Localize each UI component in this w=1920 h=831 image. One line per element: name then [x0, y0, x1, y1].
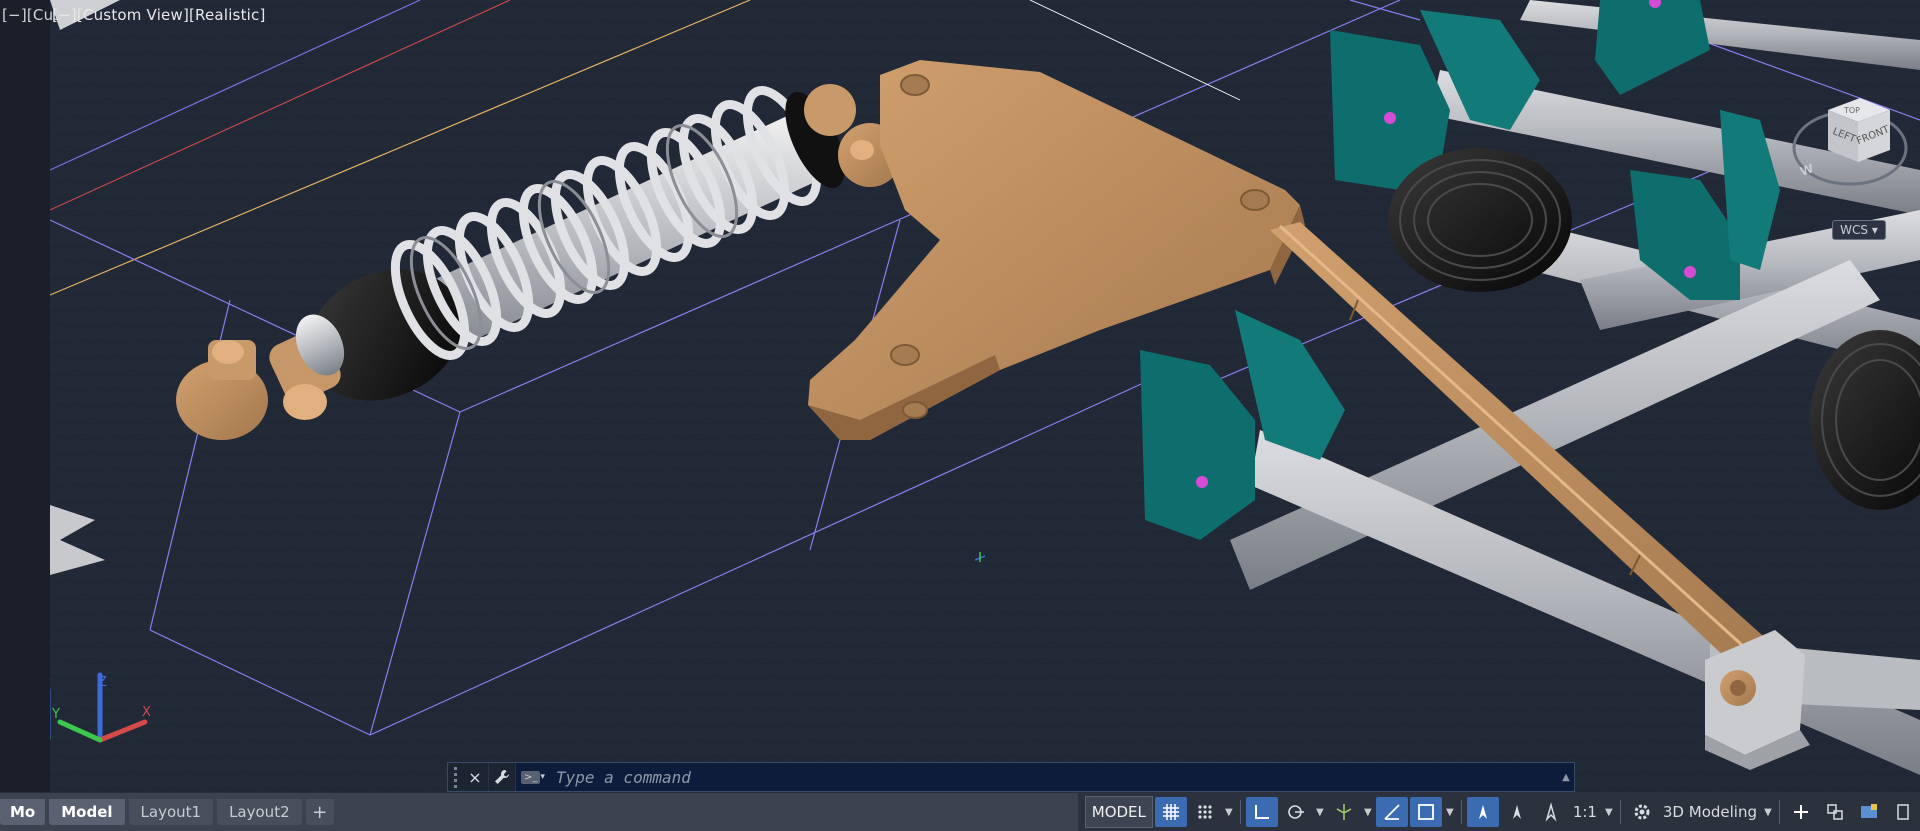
tab-layout2[interactable]: Layout2: [217, 799, 302, 825]
viewcube[interactable]: TOP LEFT FRONT W: [1788, 80, 1908, 190]
divider: [1619, 800, 1621, 824]
model-space-button[interactable]: MODEL: [1084, 796, 1153, 828]
ortho-mode-icon[interactable]: [1245, 797, 1278, 827]
hardware-acceleration-icon[interactable]: [1853, 797, 1885, 827]
chevron-down-icon: ▾: [540, 772, 545, 782]
chevron-down-icon[interactable]: ▼: [1762, 797, 1774, 827]
chevron-down-icon[interactable]: ▼: [1223, 797, 1235, 827]
chevron-down-icon[interactable]: ▼: [1603, 797, 1615, 827]
divider: [1239, 800, 1241, 824]
command-line: × >_ ▾ ▲: [447, 762, 1575, 792]
isolate-objects-icon[interactable]: [1819, 797, 1851, 827]
viewcube-top-label: TOP: [1843, 106, 1860, 115]
close-glyph: ×: [468, 767, 482, 787]
tab-model-overflow[interactable]: Mo: [0, 799, 46, 825]
wcs-menu-button[interactable]: WCS ▾: [1832, 220, 1886, 240]
divider: [1460, 800, 1462, 824]
wcs-label: WCS: [1840, 223, 1868, 237]
snap-mode-icon[interactable]: [1189, 797, 1221, 827]
object-snap-tracking-icon[interactable]: [1375, 797, 1408, 827]
left-panel-edge: [0, 0, 50, 792]
command-input[interactable]: [550, 762, 1558, 792]
isodraft-icon[interactable]: [1328, 797, 1360, 827]
chevron-down-icon[interactable]: ▼: [1444, 797, 1456, 827]
annotation-scale-value[interactable]: 1:1: [1569, 797, 1601, 827]
ucs-y-label: Y: [51, 707, 60, 722]
workspace-switch[interactable]: 3D Modeling: [1660, 797, 1760, 827]
tab-layout1[interactable]: Layout1: [128, 799, 214, 825]
prompt-glyph: >_: [521, 770, 541, 784]
divider: [1779, 800, 1780, 824]
command-prompt-icon[interactable]: >_ ▾: [516, 763, 550, 791]
status-toggles: MODEL ▼ ▼ ▼ ▼ 1:1 ▼ 3D Modeling ▼: [1077, 793, 1920, 831]
wrench-icon[interactable]: [489, 763, 516, 791]
gear-icon[interactable]: [1626, 797, 1658, 827]
command-history-expand-icon[interactable]: ▲: [1558, 772, 1574, 783]
annotation-scale-icon[interactable]: [1535, 797, 1567, 827]
chevron-down-icon: ▾: [1871, 223, 1878, 237]
object-snap-icon[interactable]: [1409, 797, 1442, 827]
ucs-x-label: X: [142, 705, 151, 720]
add-layout-button[interactable]: +: [305, 799, 334, 825]
tab-model[interactable]: Model: [49, 799, 125, 825]
3d-scene[interactable]: Z X Y: [0, 0, 1920, 792]
chevron-down-icon[interactable]: ▼: [1362, 797, 1374, 827]
polar-tracking-icon[interactable]: [1280, 797, 1312, 827]
close-icon[interactable]: ×: [462, 763, 489, 791]
auto-scale-icon[interactable]: [1501, 797, 1533, 827]
grid-icon[interactable]: [1154, 797, 1187, 827]
model-viewport[interactable]: Z X Y [−][Cus [−][Custom View][Realistic…: [0, 0, 1920, 792]
customization-icon[interactable]: [1887, 797, 1919, 827]
command-line-grip-handle[interactable]: [448, 763, 462, 791]
chevron-down-icon[interactable]: ▼: [1314, 797, 1326, 827]
viewport-controls-label[interactable]: [−][Custom View][Realistic]: [52, 6, 266, 24]
wrench-glyph: [495, 770, 509, 784]
plus-icon[interactable]: [1785, 797, 1817, 827]
layout-tabs: Mo Model Layout1 Layout2 +: [0, 793, 338, 831]
status-bar: Mo Model Layout1 Layout2 + MODEL ▼ ▼ ▼ ▼…: [0, 792, 1920, 831]
annotation-visibility-icon[interactable]: [1466, 797, 1499, 827]
ucs-z-label: Z: [98, 675, 107, 690]
